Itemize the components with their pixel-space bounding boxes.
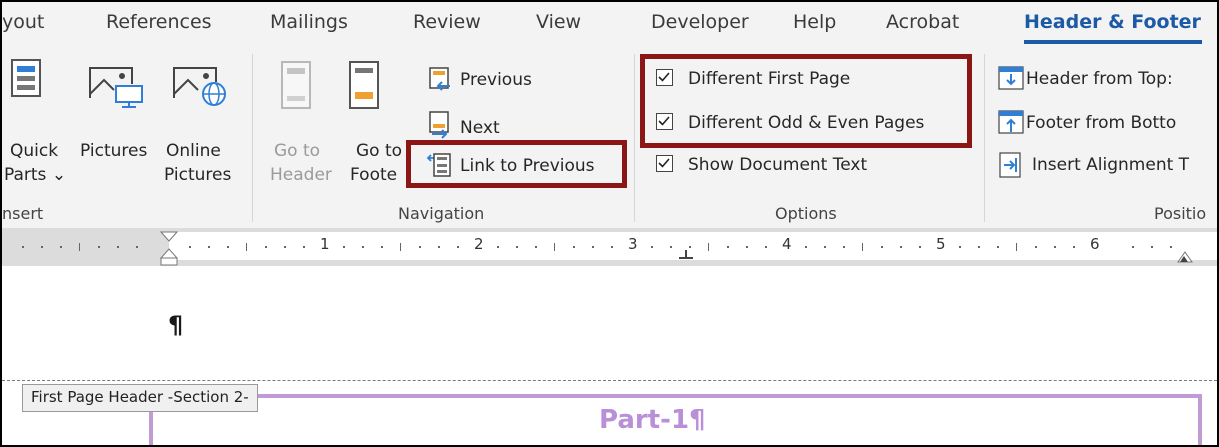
- footer-from-bottom-control[interactable]: Footer from Botto: [998, 110, 1217, 138]
- online-pictures-label-1: Online: [166, 141, 221, 161]
- tab-header-footer[interactable]: Header & Footer: [1024, 11, 1201, 33]
- header-from-top-label: Header from Top:: [1026, 69, 1173, 89]
- tab-view[interactable]: View: [536, 11, 581, 33]
- quick-parts-icon: [11, 59, 41, 97]
- previous-icon: [429, 67, 450, 91]
- tab-review[interactable]: Review: [413, 11, 481, 33]
- footer-from-bottom-label: Footer from Botto: [1026, 113, 1177, 133]
- insert-alignment-tab-icon: [999, 152, 1021, 178]
- options-highlight: [640, 54, 972, 148]
- checkbox-box: [656, 155, 673, 172]
- go-to-header-label-1: Go to: [274, 141, 321, 161]
- document-area[interactable]: ¶ First Page Header -Section 2- Part-1¶: [2, 266, 1217, 445]
- position-group-label: Positio: [1154, 204, 1207, 223]
- go-to-header-label-2: Header: [270, 165, 332, 185]
- quick-parts-label-2: Parts ⌄: [4, 165, 67, 185]
- header-from-top-icon: [998, 66, 1024, 90]
- pictures-button[interactable]: Pictures: [74, 54, 154, 164]
- insert-alignment-tab-label: Insert Alignment T: [1032, 155, 1190, 175]
- word-window: yout References Mailings Review View Dev…: [2, 2, 1217, 445]
- online-pictures-label-2: Pictures: [164, 165, 232, 185]
- ribbon-tabs: yout References Mailings Review View Dev…: [2, 2, 1217, 46]
- header-from-top-control[interactable]: Header from Top:: [998, 66, 1217, 94]
- previous-label: Previous: [460, 70, 532, 90]
- header-separator: [2, 380, 1217, 381]
- header-section-tag: First Page Header -Section 2-: [22, 384, 258, 412]
- show-document-text-checkbox[interactable]: Show Document Text: [654, 152, 914, 180]
- show-document-text-label: Show Document Text: [688, 155, 868, 175]
- tab-developer[interactable]: Developer: [651, 11, 749, 33]
- horizontal-ruler[interactable]: 1 2 3 4 5 6: [2, 228, 1217, 266]
- ribbon: Quick Parts ⌄ Pictures Online Pictures n…: [2, 46, 1217, 228]
- quick-parts-button[interactable]: Quick Parts ⌄: [2, 54, 67, 185]
- group-divider: [984, 54, 985, 222]
- ruler-number: 4: [782, 235, 792, 253]
- insert-group-label: nsert: [2, 204, 44, 223]
- pictures-icon: [89, 67, 143, 108]
- group-divider: [634, 54, 635, 222]
- active-tab-indicator: [1024, 40, 1202, 44]
- online-pictures-icon: [173, 67, 226, 106]
- header-text[interactable]: Part-1¶: [599, 405, 706, 435]
- next-label: Next: [460, 118, 500, 138]
- tab-layout[interactable]: yout: [2, 11, 44, 33]
- ruler-number: 6: [1090, 235, 1100, 253]
- tab-acrobat[interactable]: Acrobat: [886, 11, 959, 33]
- paragraph-mark: ¶: [168, 311, 184, 339]
- go-to-footer-label-1: Go to: [356, 141, 403, 161]
- footer-from-bottom-icon: [998, 110, 1024, 134]
- options-group-label: Options: [775, 204, 837, 223]
- insert-alignment-tab-button[interactable]: Insert Alignment T: [998, 152, 1217, 180]
- tab-help[interactable]: Help: [793, 11, 836, 33]
- go-to-header-button[interactable]: Go to Header: [266, 54, 332, 185]
- ruler-number: 5: [936, 235, 946, 253]
- ruler-number: 1: [320, 235, 330, 253]
- quick-parts-label-1: Quick: [10, 141, 59, 161]
- checkmark-icon: [658, 158, 670, 168]
- ruler-number: 3: [628, 235, 638, 253]
- link-to-previous-highlight: [406, 140, 627, 188]
- previous-button[interactable]: Previous: [428, 66, 548, 96]
- next-icon: [429, 111, 449, 139]
- group-divider: [252, 54, 253, 222]
- ruler-ticks: [22, 231, 1193, 266]
- pictures-label: Pictures: [80, 141, 148, 161]
- next-button[interactable]: Next: [428, 110, 528, 140]
- go-to-footer-label-2: Foote: [350, 165, 398, 185]
- go-to-footer-icon: [349, 61, 379, 109]
- go-to-footer-button[interactable]: Go to Foote: [338, 54, 408, 185]
- go-to-header-icon: [281, 61, 311, 109]
- ruler-number: 2: [474, 235, 484, 253]
- tab-mailings[interactable]: Mailings: [270, 11, 348, 33]
- tab-references[interactable]: References: [106, 11, 212, 33]
- online-pictures-button[interactable]: Online Pictures: [160, 54, 242, 185]
- navigation-group-label: Navigation: [398, 204, 485, 223]
